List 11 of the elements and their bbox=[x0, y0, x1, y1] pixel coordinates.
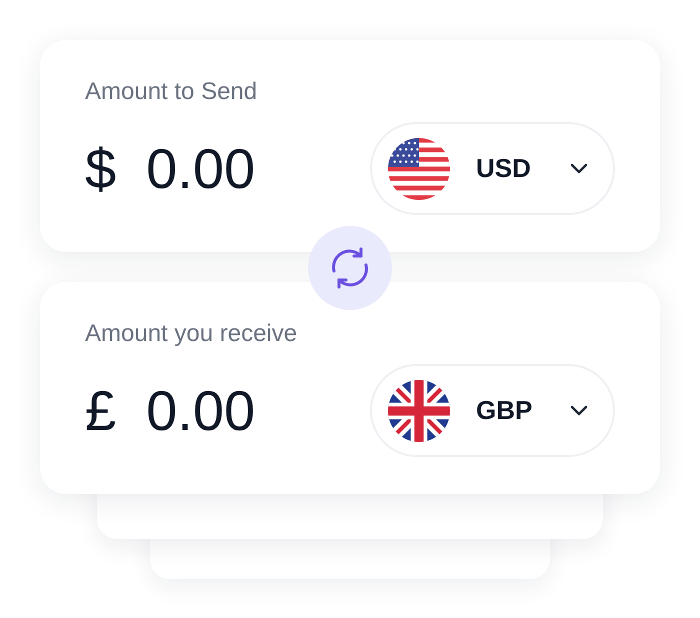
currency-dropdown[interactable]: GBP bbox=[370, 364, 615, 457]
amount-value[interactable]: 0.00 bbox=[146, 136, 256, 201]
chevron-down-icon bbox=[569, 404, 589, 416]
amount-label: Amount you receive bbox=[85, 320, 298, 348]
currency-symbol: £ bbox=[85, 378, 116, 443]
amount-label: Amount to Send bbox=[85, 78, 258, 106]
chevron-down-icon bbox=[569, 162, 589, 174]
flag-icon bbox=[388, 138, 450, 200]
amount-value[interactable]: 0.00 bbox=[146, 378, 256, 443]
currency-symbol: $ bbox=[85, 136, 116, 201]
currency-dropdown[interactable]: USD bbox=[370, 122, 615, 215]
